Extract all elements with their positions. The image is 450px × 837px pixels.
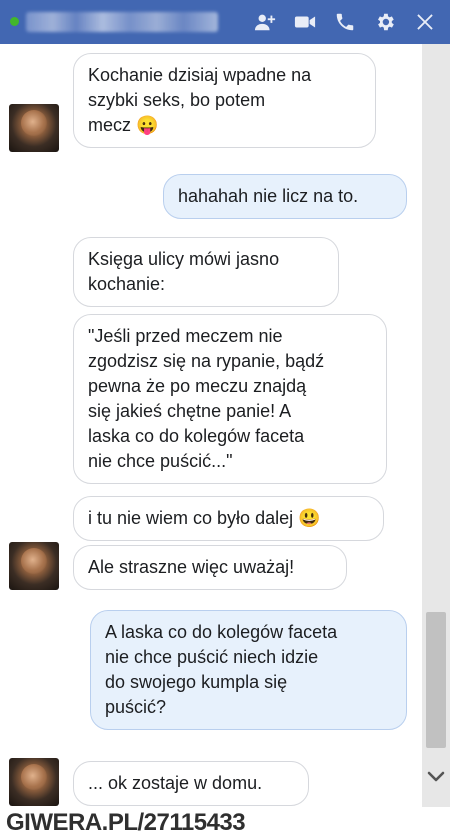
message-line: kochanie: [88,274,166,294]
message-line: pewna że po meczu znajdą [88,376,307,396]
scrollbar[interactable] [422,44,450,807]
chat-header [0,0,450,44]
message-line: Kochanie dzisiaj wpadne na [88,65,312,85]
message-thread: Kochanie dzisiaj wpadne na szybki seks, … [0,44,422,807]
message-line: "Jeśli przed meczem nie [88,326,283,346]
add-people-icon[interactable] [252,9,278,35]
scrollbar-thumb[interactable] [426,612,446,748]
avatar[interactable] [9,542,59,590]
watermark-bar: GIWERA.PL/27115433 [0,807,450,837]
message-line: Księga ulicy mówi jasno [88,249,280,269]
watermark: GIWERA.PL/27115433 [6,809,246,836]
message-line: się jakieś chętne panie! A [88,401,292,421]
message-line: nie chce puścić..." [88,451,233,471]
contact-name-blurred[interactable] [26,12,218,32]
message-bubble-incoming: Księga ulicy mówi jasno kochanie: [73,237,339,307]
message-line: nie chce puścić niech idzie [105,647,319,667]
message-bubble-outgoing: A laska co do kolegów faceta nie chce pu… [90,610,407,730]
message-line: do swojego kumpla się [105,672,288,692]
message-line: mecz 😛 [88,115,159,135]
gear-icon[interactable] [372,9,398,35]
message-bubble-incoming: "Jeśli przed meczem nie zgodzisz się na … [73,314,387,484]
message-line: hahahah nie licz na to. [178,186,359,206]
message-line: laska co do kolegów faceta [88,426,305,446]
chevron-down-icon[interactable] [426,766,446,788]
message-line: zgodzisz się na rypanie, bądź [88,351,325,371]
message-line: szybki seks, bo potem [88,90,266,110]
avatar[interactable] [9,104,59,152]
message-line: ... ok zostaje w domu. [88,773,263,793]
message-bubble-outgoing: hahahah nie licz na to. [163,174,407,219]
message-bubble-incoming: Kochanie dzisiaj wpadne na szybki seks, … [73,53,376,148]
avatar[interactable] [9,758,59,806]
message-line: A laska co do kolegów faceta [105,622,338,642]
online-status-indicator [10,17,19,26]
video-call-icon[interactable] [292,9,318,35]
phone-icon[interactable] [332,9,358,35]
message-bubble-incoming: ... ok zostaje w domu. [73,761,309,806]
message-bubble-incoming: Ale straszne więc uważaj! [73,545,347,590]
message-line: i tu nie wiem co było dalej 😃 [88,508,321,528]
message-line: puścić? [105,697,167,717]
close-icon[interactable] [412,9,438,35]
message-line: Ale straszne więc uważaj! [88,557,295,577]
message-bubble-incoming: i tu nie wiem co było dalej 😃 [73,496,384,541]
